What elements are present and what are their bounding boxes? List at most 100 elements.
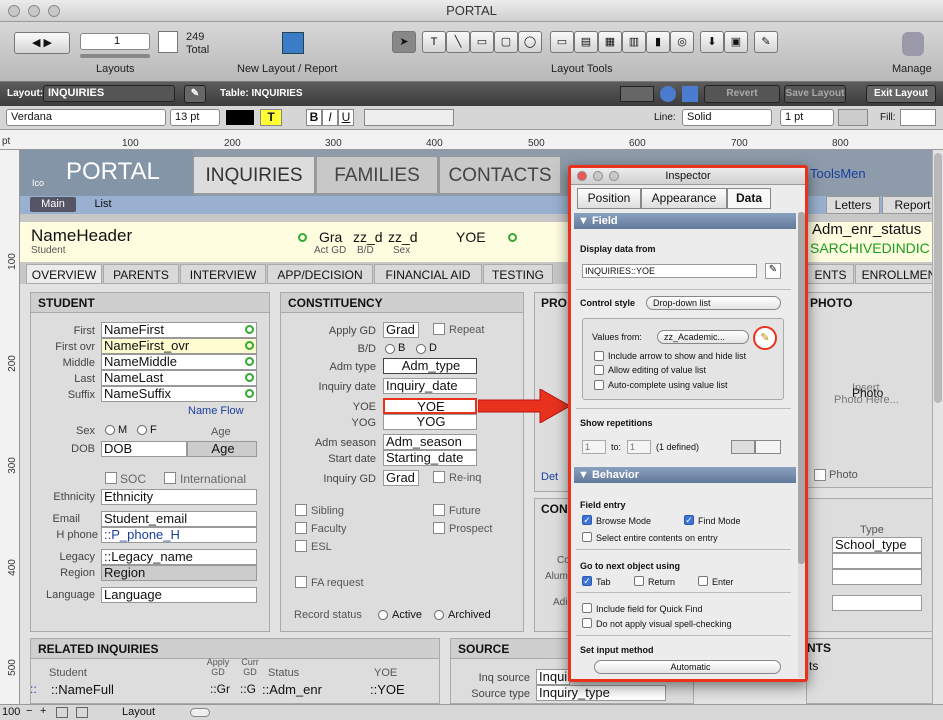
zoom-window-button[interactable] — [48, 5, 60, 17]
school-type-row[interactable] — [832, 569, 922, 585]
inquiry-gd-field[interactable]: Grad — [383, 470, 419, 486]
text-tool-icon[interactable]: T — [422, 31, 446, 53]
inspector-close-button[interactable] — [577, 171, 587, 181]
tab-parents[interactable]: PARENTS — [103, 264, 179, 284]
edit-layout-icon[interactable]: ✎ — [184, 85, 206, 103]
exit-layout-button[interactable]: Exit Layout — [866, 85, 936, 103]
tab-testing[interactable]: TESTING — [483, 264, 553, 284]
inquiry-date-field[interactable]: Inquiry_date — [383, 378, 477, 394]
yog-field[interactable]: YOG — [383, 414, 477, 430]
toggle-toolbar-icon[interactable] — [56, 707, 68, 718]
web-viewer-tool-icon[interactable]: ◎ — [670, 31, 694, 53]
horizontal-scroll-thumb[interactable] — [190, 708, 210, 717]
rectangle-tool-icon[interactable]: ▭ — [470, 31, 494, 53]
inq-source-field[interactable]: Inquiry_Inn — [536, 669, 570, 685]
line-width-select[interactable]: 1 pt — [780, 109, 834, 126]
tab-app-decision[interactable]: APP/DECISION — [267, 264, 373, 284]
esl-checkbox[interactable] — [295, 540, 307, 552]
horizontal-orientation-button[interactable] — [755, 440, 781, 454]
last-name-field[interactable]: NameLast — [101, 370, 257, 386]
minimize-window-button[interactable] — [28, 5, 40, 17]
list-tab-button[interactable]: List — [80, 197, 126, 212]
line-tool-icon[interactable]: ╲ — [446, 31, 470, 53]
det-link[interactable]: Det — [541, 471, 558, 483]
legacy-field[interactable]: ::Legacy_name — [101, 549, 257, 565]
auto-complete-checkbox[interactable] — [594, 380, 604, 390]
repeat-checkbox[interactable] — [433, 323, 445, 335]
mode-label[interactable]: Layout — [122, 706, 155, 718]
region-field[interactable]: Region — [101, 565, 257, 581]
photo-checkbox[interactable] — [814, 469, 826, 481]
database-icon[interactable] — [902, 32, 924, 56]
source-type-field[interactable]: Inquiry_type — [536, 685, 666, 701]
b-radio[interactable] — [385, 344, 395, 354]
inspector-scrollbar[interactable] — [798, 212, 805, 678]
enr-status-field[interactable]: Adm_enr_status — [812, 221, 921, 238]
fill-color-swatch[interactable] — [900, 109, 936, 126]
school-type-field[interactable]: School_type — [832, 537, 922, 553]
start-date-field[interactable]: Starting_date — [383, 450, 477, 466]
view-options-icon[interactable] — [620, 86, 654, 102]
display-data-field[interactable]: INQUIRIES::YOE — [582, 264, 757, 278]
related-yoe[interactable]: ::YOE — [370, 682, 405, 697]
school-type-row[interactable] — [832, 595, 922, 611]
name-header-field[interactable]: NameHeader — [31, 226, 132, 246]
vertical-orientation-button[interactable] — [731, 440, 755, 454]
zoom-in-icon[interactable]: + — [40, 705, 46, 717]
select-entire-checkbox[interactable] — [582, 532, 592, 542]
merge-field-icon[interactable]: ▣ — [724, 31, 748, 53]
tab-inquiries[interactable]: INQUIRIES — [193, 156, 315, 194]
email-field[interactable]: Student_email — [101, 511, 257, 527]
save-layout-button[interactable]: Save Layout — [784, 85, 846, 103]
themes-icon[interactable] — [682, 86, 698, 102]
first-name-field[interactable]: NameFirst — [101, 322, 257, 338]
line-style-select[interactable]: Solid — [682, 109, 772, 126]
sex-m-radio[interactable] — [105, 425, 115, 435]
inspector-tab-position[interactable]: Position — [577, 188, 641, 209]
italic-button[interactable]: I — [322, 109, 338, 126]
pencil-icon[interactable]: ✎ — [765, 263, 781, 279]
chart-tool-icon[interactable]: ▮ — [646, 31, 670, 53]
new-layout-label[interactable]: New Layout / Report — [237, 63, 337, 75]
text-color-swatch[interactable] — [226, 110, 254, 125]
browse-mode-checkbox[interactable]: ✓ — [582, 515, 592, 525]
include-arrow-checkbox[interactable] — [594, 351, 604, 361]
zz-field[interactable]: zz_d — [388, 229, 418, 245]
underline-button[interactable]: U — [338, 109, 354, 126]
info-icon[interactable] — [660, 86, 676, 102]
first-ovr-field[interactable]: NameFirst_ovr — [101, 338, 257, 354]
tab-contacts[interactable]: CONTACTS — [439, 156, 561, 194]
portal-tool-icon[interactable]: ▥ — [622, 31, 646, 53]
archived-radio[interactable] — [434, 610, 444, 620]
repetition-to-field[interactable]: 1 — [627, 440, 651, 454]
tab-checkbox[interactable]: ✓ — [582, 576, 592, 586]
tab-families[interactable]: FAMILIES — [316, 156, 438, 194]
oval-tool-icon[interactable]: ◯ — [518, 31, 542, 53]
active-radio[interactable] — [378, 610, 388, 620]
age-field[interactable]: Age — [187, 441, 257, 457]
ethnicity-field[interactable]: Ethnicity — [101, 489, 257, 505]
tab-interview[interactable]: INTERVIEW — [180, 264, 266, 284]
tab-overview[interactable]: OVERVIEW — [26, 264, 102, 284]
tab-ents[interactable]: ENTS — [808, 264, 854, 284]
prospect-checkbox[interactable] — [433, 522, 445, 534]
canvas-scroll-thumb[interactable] — [934, 153, 942, 403]
record-slider[interactable] — [80, 54, 150, 58]
d-radio[interactable] — [416, 344, 426, 354]
zz-field[interactable]: zz_d — [353, 229, 383, 245]
adm-type-field[interactable]: Adm_type — [383, 358, 477, 374]
revert-button[interactable]: Revert — [704, 85, 780, 103]
school-type-row[interactable] — [832, 553, 922, 569]
reinq-checkbox[interactable] — [433, 471, 445, 483]
field-section-header[interactable]: ▼ Field — [574, 213, 796, 229]
input-method-select[interactable]: Automatic — [594, 660, 781, 674]
inspector-minimize-button[interactable] — [593, 171, 603, 181]
return-checkbox[interactable] — [634, 576, 644, 586]
inspector-tab-appearance[interactable]: Appearance — [641, 188, 727, 209]
sibling-checkbox[interactable] — [295, 504, 307, 516]
behavior-section-header[interactable]: ▼ Behavior — [574, 467, 796, 483]
find-mode-checkbox[interactable]: ✓ — [684, 515, 694, 525]
new-layout-icon[interactable] — [282, 32, 304, 54]
bold-button[interactable]: B — [306, 109, 322, 126]
edit-value-list-icon[interactable]: ✎ — [753, 326, 777, 350]
